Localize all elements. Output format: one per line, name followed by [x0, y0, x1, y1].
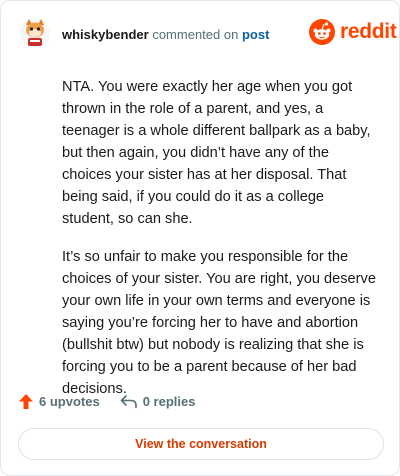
username-link[interactable]: whiskybender: [62, 27, 149, 42]
upvote-count: 6 upvotes: [39, 394, 100, 409]
reply-count: 0 replies: [142, 394, 196, 409]
reply-action[interactable]: 0 replies: [120, 394, 196, 409]
comment-card: whiskybender commented on post reddit NT…: [0, 0, 400, 476]
reply-arrow-icon: [120, 395, 137, 409]
reddit-snoo-icon: [309, 19, 335, 45]
action-text: commented on: [152, 27, 239, 42]
upvote-arrow-icon: [19, 394, 33, 409]
view-conversation-button[interactable]: View the conversation: [18, 428, 384, 460]
comment-paragraph-2: It’s so unfair to make you responsible f…: [62, 249, 376, 397]
comment-header: whiskybender commented on post: [62, 27, 269, 43]
upvote-action[interactable]: 6 upvotes: [18, 393, 100, 410]
post-link[interactable]: post: [242, 27, 269, 42]
user-avatar[interactable]: [19, 15, 51, 49]
comment-actions: 6 upvotes 0 replies: [18, 393, 215, 410]
comment-paragraph-1: NTA. You were exactly her age when you g…: [62, 79, 371, 227]
comment-body: NTA. You were exactly her age when you g…: [62, 76, 380, 416]
avatar-icon: [20, 18, 50, 48]
reddit-logo[interactable]: reddit: [309, 18, 397, 46]
reddit-wordmark: reddit: [340, 20, 397, 43]
